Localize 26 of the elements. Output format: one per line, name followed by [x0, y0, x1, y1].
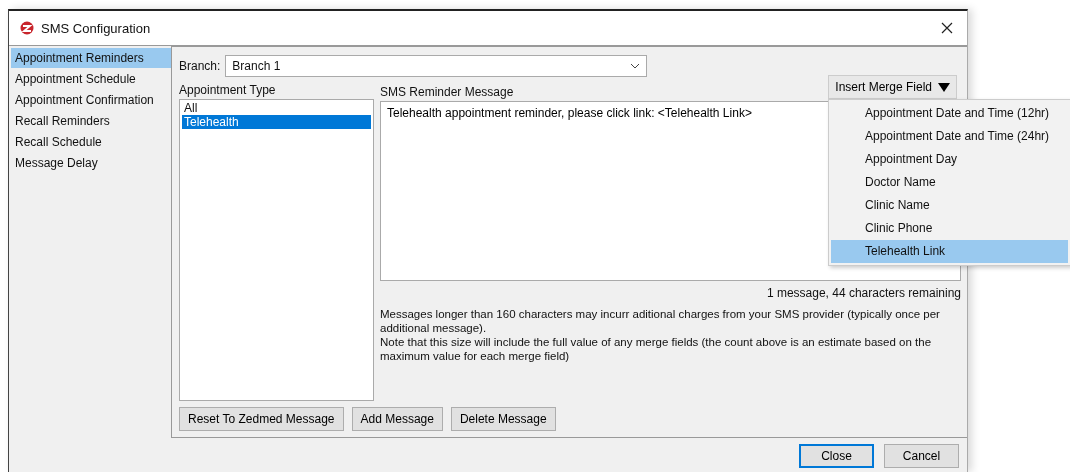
appointment-type-label: Appointment Type	[179, 83, 277, 97]
sidebar-item[interactable]: Recall Reminders	[11, 111, 171, 131]
menu-item[interactable]: Telehealth Link	[831, 240, 1068, 263]
dialog-button[interactable]: Cancel	[884, 444, 959, 468]
sidebar-item[interactable]: Recall Schedule	[11, 132, 171, 152]
character-counter: 1 message, 44 characters remaining	[765, 286, 961, 300]
panel-button[interactable]: Delete Message	[450, 407, 556, 431]
list-item[interactable]: Telehealth	[182, 115, 371, 129]
panel-button[interactable]: Reset To Zedmed Message	[179, 407, 344, 431]
note-text: Note that this size will include the full value of any merge fields (the count above is an estimate based on the maximum value for each merge field)	[380, 335, 933, 363]
note-text: Messages longer than 160 characters may incurr aditional charges from your SMS provider (typically once per additional message).	[380, 307, 941, 335]
logo-icon	[19, 21, 35, 35]
message-label: SMS Reminder Message	[380, 85, 514, 99]
dialog-button[interactable]: Close	[799, 444, 874, 468]
chevron-down-icon	[630, 63, 641, 69]
insert-merge-field-button[interactable]: Insert Merge Field	[828, 75, 957, 99]
close-icon	[941, 22, 953, 34]
branch-label: Branch:	[179, 59, 221, 73]
sidebar-item[interactable]: Appointment Reminders	[11, 48, 171, 68]
sidebar-item[interactable]: Appointment Schedule	[11, 69, 171, 89]
panel-button[interactable]: Add Message	[351, 407, 443, 431]
triangle-down-icon	[938, 82, 950, 92]
branch-dropdown[interactable]: Branch 1	[225, 55, 648, 77]
window-title: SMS Configuration	[41, 20, 152, 36]
sidebar-item[interactable]: Appointment Confirmation	[11, 90, 171, 110]
sidebar-item[interactable]: Message Delay	[11, 153, 171, 173]
